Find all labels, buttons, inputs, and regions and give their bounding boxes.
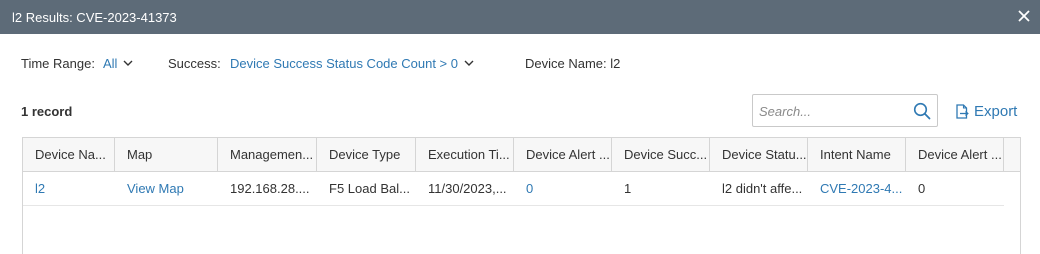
search-box	[752, 94, 938, 127]
column-header-management-ip[interactable]: Managemen...	[218, 138, 317, 172]
record-count: 1 record	[21, 104, 73, 119]
cell-intent-name-link[interactable]: CVE-2023-4...	[808, 172, 906, 206]
table-header: Device Na... Map Managemen... Device Typ…	[23, 138, 1020, 172]
cell-device-alert-2: 0	[918, 181, 926, 196]
column-header-execution-time[interactable]: Execution Ti...	[416, 138, 514, 172]
chevron-down-icon	[464, 60, 474, 66]
export-button[interactable]: Export	[955, 103, 1017, 120]
success-value: Device Success Status Code Count > 0	[230, 55, 458, 71]
chevron-down-icon	[123, 60, 133, 66]
results-table: Device Na... Map Managemen... Device Typ…	[22, 137, 1021, 254]
search-icon[interactable]	[913, 102, 931, 120]
cell-device-status: l2 didn't affe...	[722, 181, 803, 196]
cell-execution-time: 11/30/2023,...	[428, 181, 507, 196]
dialog-title: l2 Results: CVE-2023-41373	[12, 10, 177, 25]
export-icon	[956, 104, 969, 119]
column-header-map[interactable]: Map	[115, 138, 218, 172]
column-header-device-name[interactable]: Device Na...	[23, 138, 115, 172]
column-header-device-alert[interactable]: Device Alert ...	[514, 138, 612, 172]
cell-device-success: 1	[624, 181, 632, 196]
cell-device-type: F5 Load Bal...	[329, 181, 410, 196]
column-header-intent-name[interactable]: Intent Name	[808, 138, 906, 172]
cell-device-name-link[interactable]: l2	[23, 172, 115, 206]
column-header-device-alert-2[interactable]: Device Alert ...	[906, 138, 1004, 172]
cell-device-alert-link[interactable]: 0	[514, 172, 612, 206]
column-header-device-success[interactable]: Device Succ...	[612, 138, 710, 172]
cell-management-ip: 192.168.28....	[230, 181, 310, 196]
close-icon[interactable]	[1017, 9, 1031, 23]
time-range-dropdown[interactable]: All	[103, 56, 133, 71]
column-header-device-status[interactable]: Device Statu...	[710, 138, 808, 172]
time-range-value: All	[103, 55, 118, 71]
view-map-link[interactable]: View Map	[115, 172, 218, 206]
table-row[interactable]: l2 View Map 192.168.28.... F5 Load Bal..…	[23, 172, 1004, 206]
device-name-filter: Device Name: l2	[525, 55, 621, 71]
export-label: Export	[974, 103, 1018, 120]
success-label: Success:	[168, 55, 221, 71]
search-input[interactable]	[759, 102, 907, 120]
time-range-label: Time Range:	[21, 55, 95, 71]
success-dropdown[interactable]: Device Success Status Code Count > 0	[230, 56, 474, 71]
filter-bar: Time Range: All Success: Device Success …	[21, 54, 641, 72]
column-header-device-type[interactable]: Device Type	[317, 138, 416, 172]
dialog-title-bar: l2 Results: CVE-2023-41373	[0, 0, 1040, 34]
